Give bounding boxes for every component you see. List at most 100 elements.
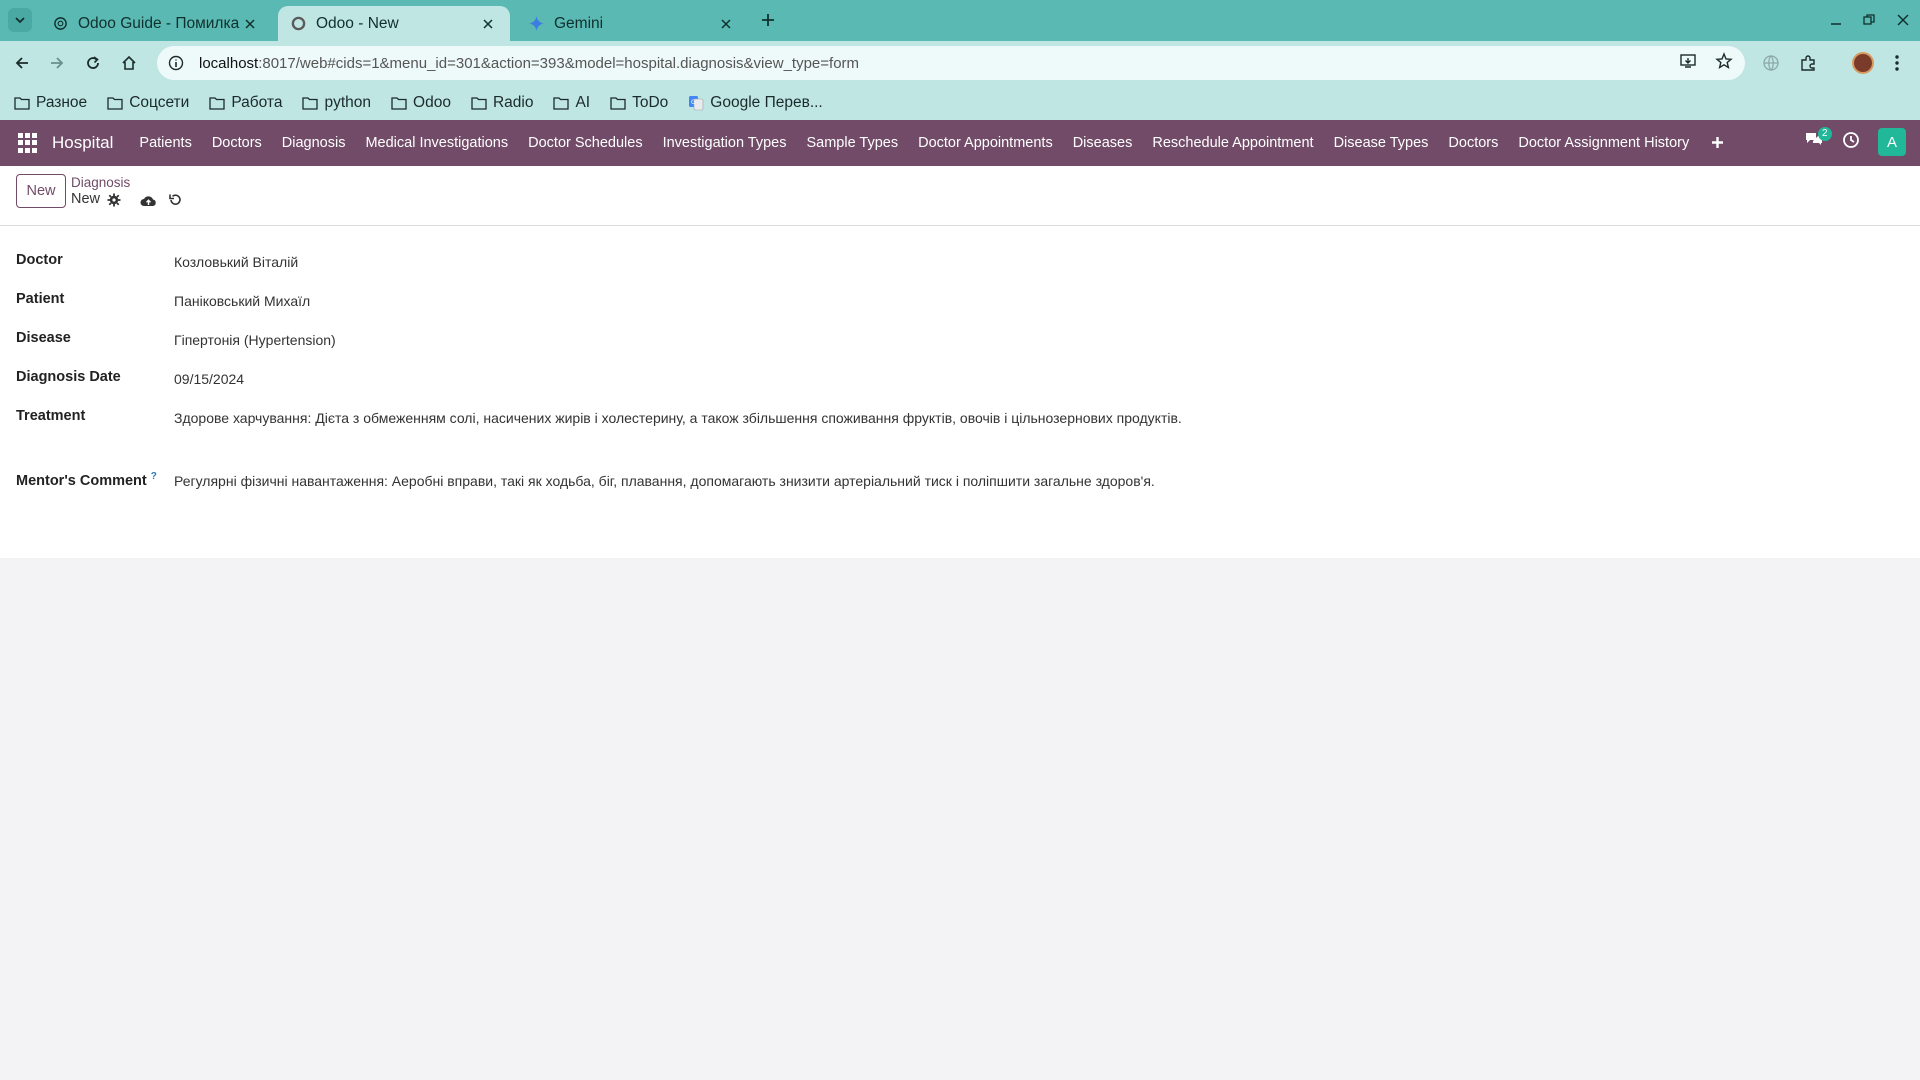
bookmark-label: AI bbox=[575, 93, 591, 111]
profile-avatar[interactable] bbox=[1852, 52, 1874, 74]
plus-icon bbox=[762, 14, 774, 26]
diagnosis-date-value[interactable]: 09/15/2024 bbox=[174, 371, 244, 387]
save-cloud-icon[interactable] bbox=[139, 192, 157, 208]
arrow-left-icon bbox=[15, 57, 28, 69]
mentors-comment-label-text: Mentor's Comment bbox=[16, 472, 147, 489]
treatment-label: Treatment bbox=[16, 408, 86, 424]
close-icon[interactable] bbox=[716, 14, 736, 34]
bookmark-folder-raznoe[interactable]: Разное bbox=[14, 94, 87, 112]
back-button[interactable] bbox=[10, 51, 34, 75]
tab-title: Odoo - New bbox=[316, 14, 399, 32]
odoo-icon bbox=[290, 16, 306, 32]
field-disease: Disease Гіпертонія (Hypertension) bbox=[16, 330, 336, 348]
menu-medical-investigations[interactable]: Medical Investigations bbox=[365, 135, 508, 151]
menu-investigation-types[interactable]: Investigation Types bbox=[663, 135, 787, 151]
bookmark-label: Radio bbox=[492, 93, 534, 111]
forward-button[interactable] bbox=[45, 51, 69, 75]
bookmark-star-icon[interactable] bbox=[1715, 52, 1733, 75]
field-patient: Patient Паніковський Михаїл bbox=[16, 291, 310, 309]
close-icon[interactable] bbox=[478, 14, 498, 34]
menu-diagnosis[interactable]: Diagnosis bbox=[282, 135, 346, 151]
bookmark-folder-odoo[interactable]: Odoo bbox=[391, 94, 451, 112]
menu-doctor-appointments[interactable]: Doctor Appointments bbox=[918, 135, 1053, 151]
doctor-value[interactable]: Козловький Віталій bbox=[174, 254, 298, 270]
bookmark-label: Разное bbox=[36, 93, 88, 111]
menu-patients[interactable]: Patients bbox=[139, 135, 191, 151]
menu-reschedule-appointment[interactable]: Reschedule Appointment bbox=[1152, 135, 1313, 151]
menu-doctors[interactable]: Doctors bbox=[212, 135, 262, 151]
close-icon[interactable] bbox=[240, 14, 260, 34]
translate-extension-icon[interactable] bbox=[1759, 51, 1783, 75]
home-button[interactable] bbox=[117, 51, 141, 75]
bookmark-folder-socseti[interactable]: Соцсети bbox=[107, 94, 189, 112]
help-tooltip-icon[interactable]: ? bbox=[151, 471, 157, 482]
svg-text:G: G bbox=[691, 99, 696, 106]
bookmark-label: Odoo bbox=[413, 93, 451, 111]
chevron-down-icon bbox=[15, 17, 25, 24]
minimize-button[interactable] bbox=[1826, 10, 1846, 30]
menu-disease-types[interactable]: Disease Types bbox=[1334, 135, 1429, 151]
close-window-button[interactable] bbox=[1893, 10, 1913, 30]
folder-icon bbox=[391, 96, 407, 110]
bookmark-folder-todo[interactable]: ToDo bbox=[610, 94, 668, 112]
field-diagnosis-date: Diagnosis Date 09/15/2024 bbox=[16, 369, 244, 387]
restore-button[interactable] bbox=[1859, 10, 1879, 30]
address-bar[interactable]: localhost:8017/web#cids=1&menu_id=301&ac… bbox=[157, 46, 1745, 80]
menu-diseases[interactable]: Diseases bbox=[1073, 135, 1133, 151]
site-info-icon[interactable] bbox=[163, 50, 189, 76]
patient-value[interactable]: Паніковський Михаїл bbox=[174, 293, 310, 309]
bookmark-google-translate[interactable]: G Google Перев... bbox=[688, 93, 823, 112]
field-mentors-comment: Mentor's Comment? Регулярні фізичні нава… bbox=[16, 471, 1155, 489]
bookmark-folder-radio[interactable]: Radio bbox=[471, 93, 534, 112]
bookmark-label: Соцсети bbox=[129, 93, 190, 111]
google-translate-icon: G bbox=[688, 95, 704, 111]
new-record-button[interactable]: New bbox=[16, 174, 66, 208]
browser-toolbar: localhost:8017/web#cids=1&menu_id=301&ac… bbox=[0, 41, 1920, 85]
arrow-right-icon bbox=[51, 57, 64, 69]
menu-doctor-assignment-history[interactable]: Doctor Assignment History bbox=[1518, 135, 1689, 151]
bookmark-folder-python[interactable]: python bbox=[302, 94, 371, 112]
app-brand[interactable]: Hospital bbox=[52, 133, 113, 153]
new-tab-button[interactable] bbox=[757, 9, 779, 31]
menu-kebab-icon[interactable] bbox=[1885, 51, 1909, 75]
close-icon bbox=[1897, 14, 1909, 26]
extensions-icon[interactable] bbox=[1796, 51, 1820, 75]
disease-value[interactable]: Гіпертонія (Hypertension) bbox=[174, 332, 336, 348]
folder-icon bbox=[610, 96, 626, 110]
gemini-icon bbox=[528, 16, 544, 32]
bookmark-label: python bbox=[324, 93, 372, 111]
more-menu-plus-icon[interactable] bbox=[1711, 132, 1724, 155]
menu-doctor-schedules[interactable]: Doctor Schedules bbox=[528, 135, 642, 151]
discard-undo-icon[interactable] bbox=[167, 192, 183, 208]
bookmark-folder-rabota[interactable]: Работа bbox=[209, 94, 282, 112]
breadcrumb-diagnosis[interactable]: Diagnosis bbox=[71, 175, 130, 190]
activity-clock-icon[interactable] bbox=[1842, 131, 1860, 154]
folder-icon bbox=[14, 96, 30, 110]
diagnosis-date-label: Diagnosis Date bbox=[16, 369, 121, 385]
messages-count-badge: 2 bbox=[1818, 126, 1832, 141]
menu-doctors-2[interactable]: Doctors bbox=[1448, 135, 1498, 151]
browser-tab-odoo-new[interactable]: Odoo - New bbox=[278, 6, 510, 41]
user-avatar[interactable]: A bbox=[1878, 128, 1906, 156]
tab-search-button[interactable] bbox=[8, 8, 32, 32]
field-doctor: Doctor Козловький Віталій bbox=[16, 252, 298, 270]
patient-label: Patient bbox=[16, 291, 65, 307]
apps-menu-icon[interactable] bbox=[18, 133, 38, 153]
install-app-icon[interactable] bbox=[1679, 52, 1697, 75]
folder-icon bbox=[553, 96, 570, 110]
browser-tab-odoo-guide[interactable]: Odoo Guide - Помилка ( bbox=[40, 6, 272, 41]
messaging-button[interactable]: 2 bbox=[1804, 126, 1832, 154]
browser-tab-gemini[interactable]: Gemini bbox=[516, 6, 748, 41]
control-panel: New Diagnosis New bbox=[0, 166, 1920, 226]
treatment-value[interactable]: Здорове харчування: Дієта з обмеженням с… bbox=[174, 410, 1182, 426]
minimize-icon bbox=[1831, 23, 1841, 25]
bookmark-label: Работа bbox=[231, 93, 283, 111]
reload-button[interactable] bbox=[81, 51, 105, 75]
gear-icon[interactable] bbox=[106, 192, 122, 208]
bookmark-label: Google Перев... bbox=[710, 93, 823, 111]
mentors-comment-value[interactable]: Регулярні фізичні навантаження: Аеробні … bbox=[174, 473, 1155, 489]
url-path: :8017/web#cids=1&menu_id=301&action=393&… bbox=[258, 54, 860, 72]
bookmark-folder-ai[interactable]: AI bbox=[553, 94, 590, 112]
menu-sample-types[interactable]: Sample Types bbox=[806, 135, 898, 151]
mentors-comment-label: Mentor's Comment? bbox=[16, 471, 174, 489]
